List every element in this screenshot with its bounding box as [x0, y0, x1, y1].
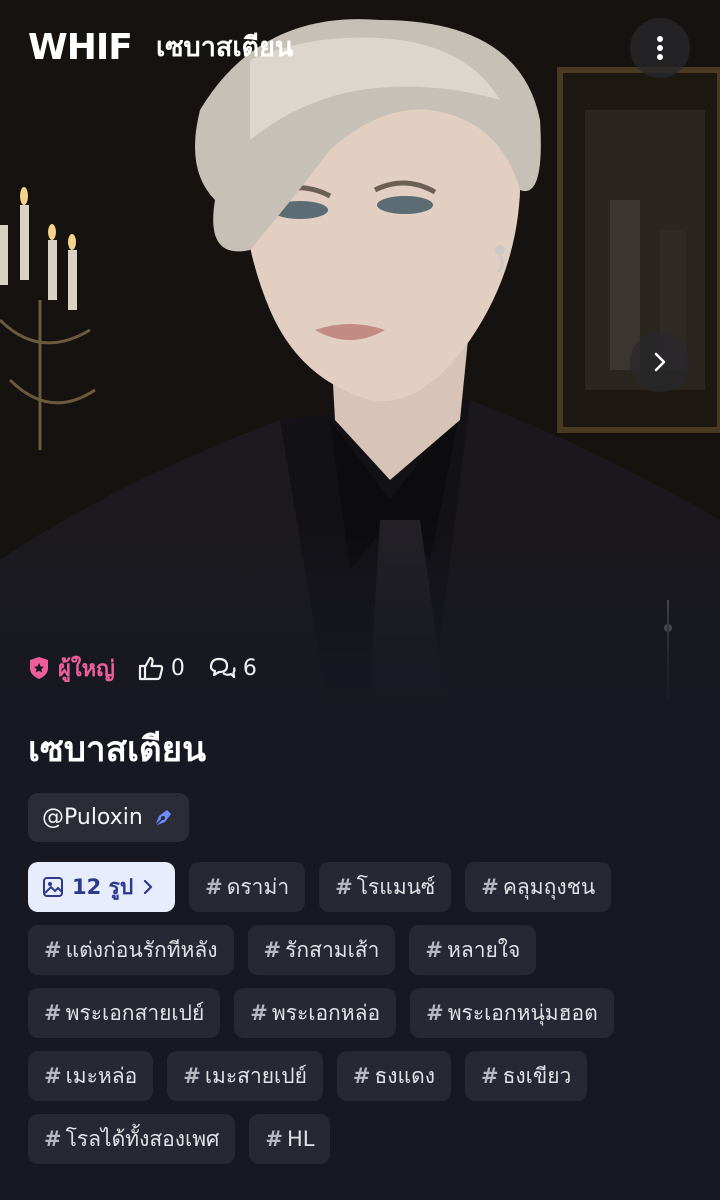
- hashtag-icon: #: [352, 1064, 371, 1088]
- vertical-dots-icon: [657, 36, 663, 60]
- next-image-button[interactable]: [630, 332, 690, 392]
- tag-chip[interactable]: # HL: [249, 1114, 331, 1164]
- gallery-button[interactable]: 12 รูป: [28, 862, 176, 912]
- hashtag-icon: #: [265, 1127, 283, 1151]
- app-logo[interactable]: WHIF: [28, 26, 133, 70]
- page-title: เซบาสเตียน: [156, 32, 294, 63]
- tag-chip[interactable]: # พระเอกหนุ่มฮอต: [410, 988, 614, 1038]
- hashtag-icon: #: [250, 1001, 268, 1025]
- age-rating-label: ผู้ใหญ่: [58, 656, 115, 682]
- gallery-label: 12 รูป: [72, 874, 134, 899]
- image-icon: [43, 877, 63, 897]
- tag-chip[interactable]: # ธงแดง: [336, 1051, 451, 1101]
- shield-star-icon: [30, 657, 48, 679]
- tag-chip[interactable]: # เมะหล่อ: [28, 1051, 154, 1101]
- tag-label: ธงเขียว: [502, 1063, 572, 1088]
- tag-label: เมะสายเปย์: [204, 1063, 307, 1088]
- tag-label: พระเอกสายเปย์: [65, 1000, 205, 1025]
- tag-label: โรลได้ทั้งสองเพศ: [65, 1126, 220, 1151]
- character-name: เซบาสเตียน: [28, 730, 207, 770]
- hashtag-icon: #: [481, 875, 499, 899]
- tag-label: คลุมถุงชน: [502, 874, 596, 899]
- tag-chip[interactable]: # เมะสายเปย์: [167, 1051, 323, 1101]
- age-rating-badge: ผู้ใหญ่: [28, 651, 115, 686]
- tag-chip[interactable]: # หลายใจ: [409, 925, 537, 975]
- like-button[interactable]: 0: [137, 655, 185, 681]
- tag-chip[interactable]: # รักสามเส้า: [247, 925, 396, 975]
- thumbs-up-icon: [138, 656, 164, 681]
- hashtag-icon: #: [426, 1001, 444, 1025]
- tag-chip[interactable]: # ธงเขียว: [464, 1051, 588, 1101]
- chevron-right-icon: [144, 879, 153, 895]
- tag-label: พระเอกหนุ่มฮอต: [447, 1000, 598, 1025]
- tag-label: แต่งก่อนรักทีหลัง: [65, 937, 218, 962]
- tag-label: ธงแดง: [374, 1063, 435, 1088]
- hashtag-icon: #: [44, 1001, 62, 1025]
- character-stats: ผู้ใหญ่ 0 6: [28, 650, 257, 686]
- hero-gradient-overlay: [0, 520, 720, 720]
- pen-nib-icon: [154, 809, 171, 827]
- top-bar: WHIF เซบาสเตียน: [0, 0, 720, 96]
- like-count: 0: [170, 655, 185, 681]
- comment-count: 6: [242, 655, 257, 681]
- chevron-right-icon: [654, 352, 666, 372]
- tag-chip[interactable]: # คลุมถุงชน: [465, 862, 612, 912]
- hashtag-icon: #: [183, 1064, 201, 1088]
- hashtag-icon: #: [44, 938, 62, 962]
- tag-chip[interactable]: # พระเอกสายเปย์: [28, 988, 221, 1038]
- tag-label: รักสามเส้า: [285, 937, 380, 962]
- tag-chip[interactable]: # ดราม่า: [189, 862, 306, 912]
- tag-label: เมะหล่อ: [65, 1063, 138, 1088]
- hashtag-icon: #: [425, 938, 443, 962]
- author-link[interactable]: @Puloxin: [28, 793, 189, 842]
- hashtag-icon: #: [205, 875, 223, 899]
- tag-chip[interactable]: # พระเอกหล่อ: [234, 988, 397, 1038]
- author-handle: @Puloxin: [42, 805, 143, 830]
- tag-list: 12 รูป # ดราม่า # โรแมนซ์ # คลุมถุงชน # แต่ง…: [28, 862, 692, 1177]
- hashtag-icon: #: [44, 1064, 62, 1088]
- hashtag-icon: #: [335, 875, 353, 899]
- hashtag-icon: #: [263, 938, 282, 962]
- comment-button[interactable]: 6: [207, 655, 257, 681]
- hashtag-icon: #: [44, 1127, 62, 1151]
- tag-label: ดราม่า: [226, 874, 290, 899]
- character-portrait[interactable]: [0, 0, 720, 720]
- tag-label: พระเอกหล่อ: [271, 1000, 381, 1025]
- tag-label: โรแมนซ์: [356, 874, 436, 899]
- tag-chip[interactable]: # โรลได้ทั้งสองเพศ: [28, 1114, 236, 1164]
- chat-bubbles-icon: [209, 657, 236, 679]
- tag-label: HL: [286, 1127, 315, 1151]
- more-options-button[interactable]: [630, 18, 690, 78]
- tag-label: หลายใจ: [446, 937, 521, 962]
- tag-chip[interactable]: # โรแมนซ์: [319, 862, 452, 912]
- hashtag-icon: #: [480, 1064, 499, 1088]
- tag-chip[interactable]: # แต่งก่อนรักทีหลัง: [28, 925, 234, 975]
